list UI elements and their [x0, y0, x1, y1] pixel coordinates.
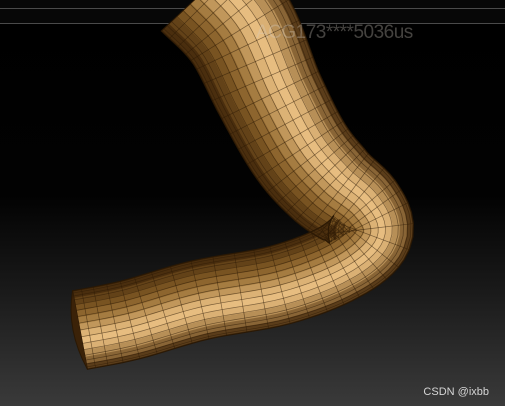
- credit-label: CSDN @ixbb: [423, 386, 489, 398]
- bent-tube-mesh[interactable]: [0, 0, 505, 406]
- watermark-text: ACG173****5036us: [256, 22, 413, 43]
- 3d-viewport[interactable]: ACG173****5036us CSDN @ixbb: [0, 0, 505, 406]
- tube-surface: [72, 0, 414, 370]
